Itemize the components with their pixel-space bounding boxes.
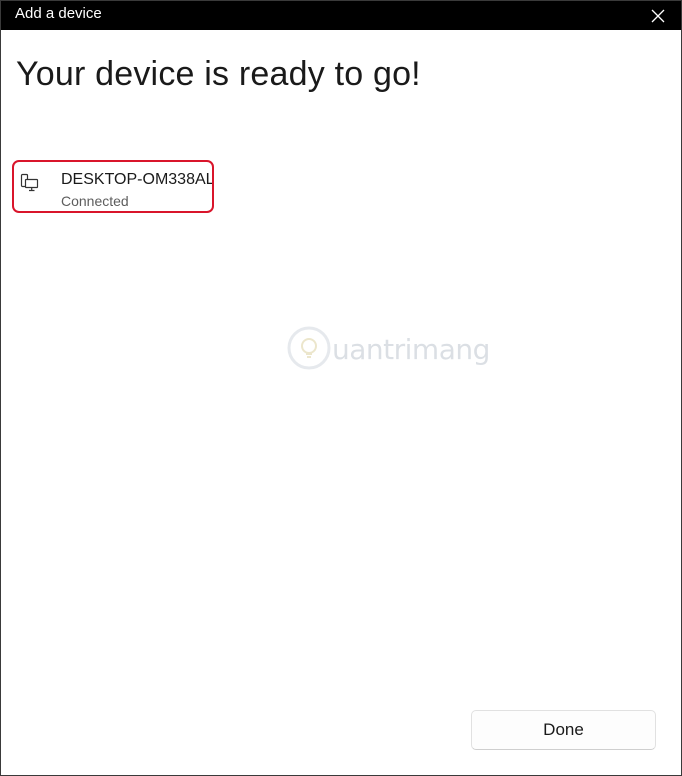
close-button[interactable]	[635, 1, 681, 30]
computer-phone-icon	[20, 173, 39, 192]
device-status: Connected	[61, 193, 129, 209]
watermark-logo: uantrimang	[286, 323, 511, 375]
lightbulb-icon	[287, 326, 331, 370]
device-list-item[interactable]: DESKTOP-OM338AL Connected	[12, 160, 214, 213]
watermark-text: uantrimang	[332, 333, 490, 366]
window-title: Add a device	[15, 5, 102, 22]
page-heading: Your device is ready to go!	[16, 55, 421, 93]
title-bar: Add a device	[1, 1, 681, 30]
done-button[interactable]: Done	[471, 710, 656, 750]
close-icon	[651, 9, 665, 22]
device-name: DESKTOP-OM338AL	[61, 171, 214, 188]
add-device-window: Add a device Your device is ready to go!…	[0, 0, 682, 776]
